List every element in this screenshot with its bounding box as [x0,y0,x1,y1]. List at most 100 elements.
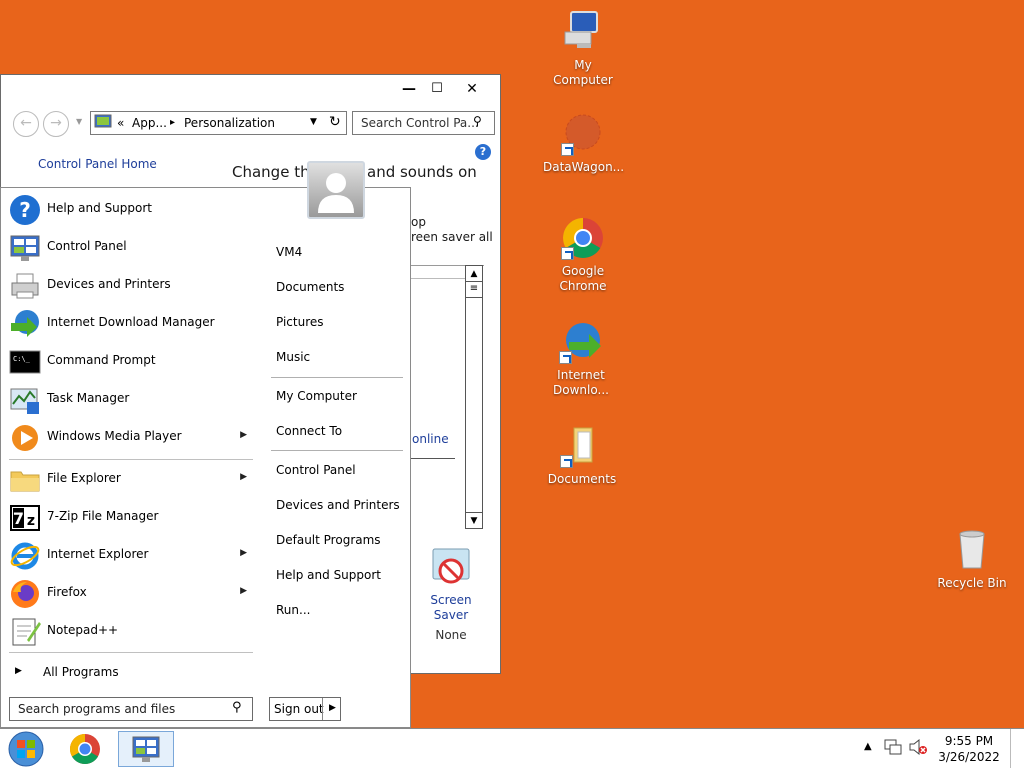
back-button[interactable]: ← [13,111,39,137]
start-item-7zip-file-manager[interactable]: 7z 7-Zip File Manager [7,500,255,536]
printer-icon [9,270,41,302]
get-more-themes-online-link[interactable]: online [412,432,449,446]
start-search-input[interactable]: Search programs and files [9,697,253,721]
start-menu: ? Help and Support Control Panel Devices… [0,187,411,728]
address-dropdown-icon[interactable]: ▼ [310,117,317,127]
maximize-button[interactable]: ☐ [421,79,453,99]
clock[interactable]: 9:55 PM 3/26/2022 [938,733,1000,765]
start-item-internet-download-manager[interactable]: Internet Download Manager [7,306,255,342]
svg-text:z: z [27,513,35,529]
show-hidden-icons-button[interactable]: ▲ [864,741,872,752]
clock-date: 3/26/2022 [938,750,1000,764]
computer-icon [561,10,605,54]
start-item-label: Devices and Printers [47,277,171,291]
start-link-documents[interactable]: Documents [276,280,344,294]
control-panel-icon [9,232,41,264]
desktop-icon-chrome[interactable]: Google Chrome [543,216,623,294]
themes-scrollbar[interactable]: ▲ ≡ ▼ [465,265,483,529]
volume-muted-icon[interactable] [908,738,928,758]
firefox-icon [9,578,41,610]
screen-saver-icon [429,547,473,593]
scroll-down-arrow[interactable]: ▼ [466,512,482,528]
start-item-devices-and-printers[interactable]: Devices and Printers [7,268,255,304]
start-item-help-and-support[interactable]: ? Help and Support [7,192,255,228]
sign-out-label: Sign out [274,702,324,716]
start-item-file-explorer[interactable]: File Explorer ▶ [7,462,255,498]
start-item-command-prompt[interactable]: C:\_ Command Prompt [7,344,255,380]
submenu-arrow-icon: ▶ [240,586,247,596]
start-item-label: Internet Download Manager [47,315,215,329]
network-icon[interactable] [884,739,902,758]
screen-saver-label-1: Screen [430,593,472,607]
shutdown-options-arrow-icon[interactable]: ▶ [329,703,336,713]
desktop-icon-documents[interactable]: Documents [542,424,622,487]
file-explorer-icon [9,464,41,496]
control-panel-icon [94,114,112,133]
start-link-default-programs[interactable]: Default Programs [276,533,381,547]
breadcrumb-current[interactable]: Personalization [184,116,275,130]
recent-pages-dropdown[interactable]: ▼ [76,117,82,126]
start-link-my-computer[interactable]: My Computer [276,389,357,403]
screen-saver-value: None [435,628,467,642]
shortcut-arrow-icon [559,351,572,364]
start-item-label: Help and Support [47,201,152,215]
breadcrumb-app[interactable]: App... [132,116,167,130]
desktop-icon-my-computer[interactable]: My Computer [543,10,623,88]
svg-text:7: 7 [13,509,24,528]
start-item-windows-media-player[interactable]: Windows Media Player ▶ [7,420,255,456]
sign-out-button[interactable]: Sign out ▶ [269,697,341,721]
desktop-icon-label: My Computer [553,58,613,87]
taskbar: ▲ 9:55 PM 3/26/2022 [0,728,1024,768]
screen-saver-setting[interactable]: Screen Saver None [425,547,477,642]
forward-button[interactable]: → [43,111,69,137]
start-item-control-panel[interactable]: Control Panel [7,230,255,266]
start-item-internet-explorer[interactable]: Internet Explorer ▶ [7,538,255,574]
search-icon[interactable]: ⚲ [232,700,242,715]
desktop-icon-recycle-bin[interactable]: Recycle Bin [932,528,1012,591]
start-link-devices-and-printers[interactable]: Devices and Printers [276,498,400,512]
start-item-notepad-plus-plus[interactable]: Notepad++ [7,614,255,650]
refresh-icon[interactable]: ↻ [329,114,341,130]
desktop-icon-label: Google Chrome [559,264,607,293]
address-bar[interactable]: « App... ▸ Personalization ▼ ↻ [90,111,347,135]
start-menu-divider [9,652,253,653]
desktop-icon-datawagon[interactable]: DataWagon... [543,112,624,175]
taskbar-control-panel[interactable] [118,731,174,767]
notepadpp-icon [9,616,41,648]
desktop-icon-idm[interactable]: Internet Downlo... [541,320,621,398]
taskbar-chrome[interactable] [67,731,103,767]
start-item-task-manager[interactable]: Task Manager [7,382,255,418]
submenu-arrow-icon: ▶ [240,548,247,558]
close-button[interactable]: ✕ [456,79,488,99]
help-icon: ? [9,194,41,226]
shortcut-arrow-icon [561,247,574,260]
start-button[interactable] [6,731,46,767]
control-panel-home-link[interactable]: Control Panel Home [38,157,157,171]
scroll-up-arrow[interactable]: ▲ [466,266,482,282]
start-item-label: 7-Zip File Manager [47,509,159,523]
start-item-firefox[interactable]: Firefox ▶ [7,576,255,612]
task-manager-icon [9,384,41,416]
help-icon[interactable]: ? [475,144,491,160]
chrome-icon [561,216,605,260]
search-icon[interactable]: ⚲ [473,114,482,128]
start-link-run[interactable]: Run... [276,603,310,617]
start-link-help-and-support[interactable]: Help and Support [276,568,381,582]
ie-icon [9,540,41,572]
start-link-music[interactable]: Music [276,350,310,364]
start-link-control-panel[interactable]: Control Panel [276,463,356,477]
svg-text:C:\_: C:\_ [13,355,31,363]
start-item-label: Internet Explorer [47,547,149,561]
start-link-user-folder[interactable]: VM4 [276,245,302,259]
start-link-pictures[interactable]: Pictures [276,315,324,329]
clock-time: 9:55 PM [944,734,994,748]
start-link-connect-to[interactable]: Connect To [276,424,342,438]
start-item-label: Task Manager [47,391,130,405]
all-programs-button[interactable]: All Programs [43,665,119,679]
datawagon-icon [561,112,605,156]
breadcrumb-separator[interactable]: ▸ [170,117,175,128]
scroll-thumb[interactable]: ≡ [466,282,482,298]
chrome-icon [69,734,100,765]
show-desktop-button[interactable] [1010,729,1024,768]
start-item-label: Firefox [47,585,87,599]
